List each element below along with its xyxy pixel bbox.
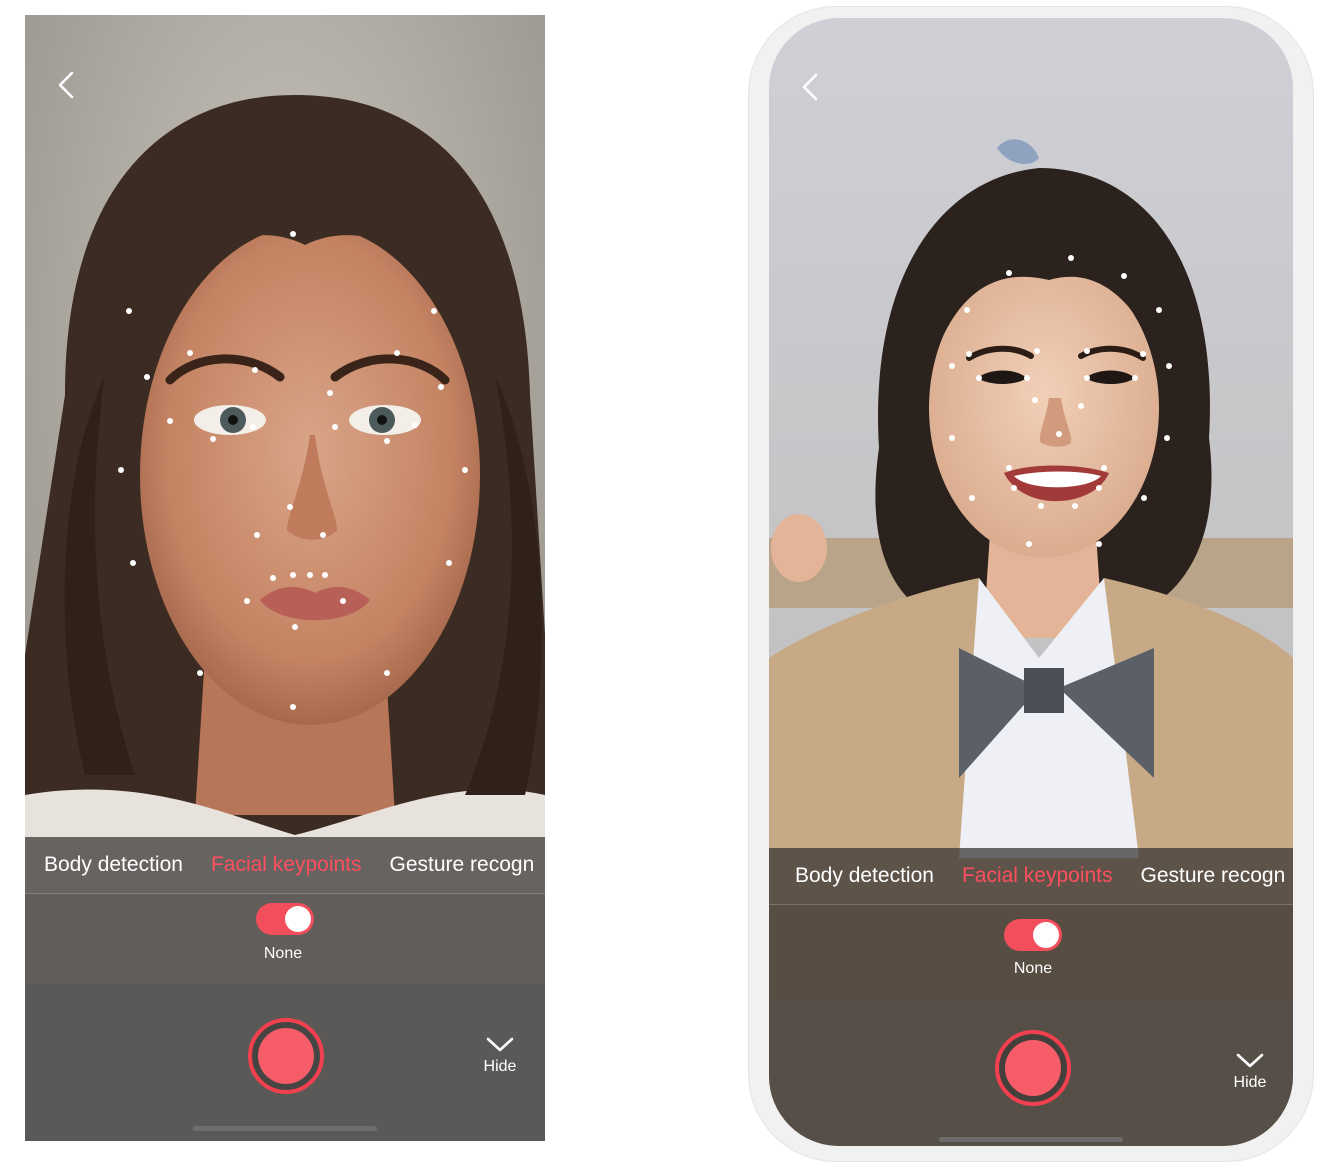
hide-chevron-icon: [1236, 1053, 1264, 1068]
keypoints-toggle[interactable]: [256, 903, 314, 935]
toggle-label: None: [263, 945, 303, 962]
left-phone-screen: Body detection Facial keypoints Gesture …: [25, 15, 545, 1141]
hide-button[interactable]: Hide: [475, 1036, 525, 1076]
tab-facial-keypoints[interactable]: Facial keypoints: [211, 853, 362, 877]
record-icon: [1005, 1040, 1061, 1096]
feature-tabs: Body detection Facial keypoints Gesture …: [769, 848, 1293, 905]
back-chevron-icon: [58, 71, 74, 99]
home-indicator[interactable]: [193, 1126, 377, 1131]
toggle-knob: [1033, 922, 1059, 948]
tab-body-detection[interactable]: Body detection: [44, 853, 183, 877]
tab-gesture-recognition[interactable]: Gesture recogn: [390, 853, 535, 877]
back-button[interactable]: [51, 65, 81, 105]
right-phone-screen: Body detection Facial keypoints Gesture …: [769, 18, 1293, 1146]
tab-gesture-recognition[interactable]: Gesture recogn: [1141, 864, 1286, 888]
keypoints-toggle[interactable]: [1004, 919, 1062, 951]
tab-body-detection[interactable]: Body detection: [795, 864, 934, 888]
capture-panel: Hide: [769, 1000, 1293, 1146]
hide-chevron-icon: [486, 1037, 514, 1052]
hide-label: Hide: [483, 1058, 517, 1075]
back-chevron-icon: [802, 73, 818, 101]
record-button[interactable]: [995, 1030, 1071, 1106]
effect-options-panel: None: [769, 905, 1293, 1000]
tab-facial-keypoints[interactable]: Facial keypoints: [962, 864, 1113, 888]
back-button[interactable]: [795, 67, 825, 107]
toggle-knob: [285, 906, 311, 932]
effect-options-panel: None: [25, 894, 545, 984]
hide-button[interactable]: Hide: [1225, 1052, 1275, 1092]
record-button[interactable]: [248, 1018, 324, 1094]
record-icon: [258, 1028, 314, 1084]
feature-tabs: Body detection Facial keypoints Gesture …: [25, 837, 545, 894]
capture-panel: Hide: [25, 984, 545, 1141]
hide-label: Hide: [1233, 1074, 1267, 1091]
home-indicator[interactable]: [939, 1137, 1123, 1142]
toggle-label: None: [1013, 960, 1053, 977]
